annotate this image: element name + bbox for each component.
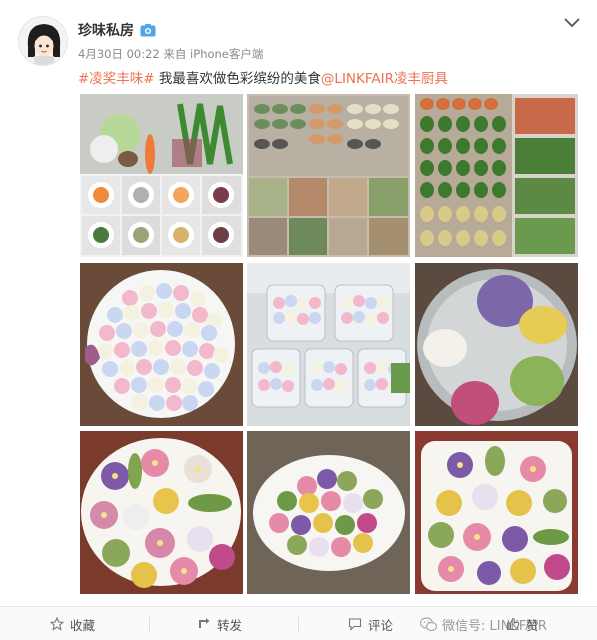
like-label: 赞 bbox=[526, 617, 539, 633]
post-text: #凌奖丰味# 我最喜欢做色彩缤纷的美食@LINKFAIR凌丰厨具 bbox=[78, 67, 448, 87]
thumbs-up-icon bbox=[506, 617, 520, 631]
post-source: 来自 iPhone客户端 bbox=[163, 47, 264, 61]
chevron-down-icon[interactable] bbox=[563, 15, 581, 29]
image-green-dumplings[interactable] bbox=[415, 94, 578, 257]
image-jars[interactable] bbox=[247, 263, 410, 426]
comment-label: 评论 bbox=[368, 617, 394, 633]
image-vegetables-collage[interactable] bbox=[80, 94, 243, 257]
like-button[interactable]: 赞 bbox=[506, 607, 539, 640]
image-flower-pastries-2[interactable] bbox=[247, 431, 410, 594]
post-body: 我最喜欢做色彩缤纷的美食 bbox=[154, 71, 321, 87]
weibo-post: 珍味私房 4月30日 00:22 来自 iPhone客户端 #凌奖丰味# 我最喜… bbox=[0, 0, 597, 640]
image-flower-pastries-1[interactable] bbox=[80, 431, 243, 594]
user-header: 珍味私房 bbox=[78, 20, 156, 40]
action-bar: 收藏 转发 评论 微信号: LINKFAIR 赞 bbox=[0, 606, 597, 640]
image-flower-pastries-3[interactable] bbox=[415, 431, 578, 594]
post-timestamp[interactable]: 4月30日 00:22 bbox=[78, 47, 160, 61]
username[interactable]: 珍味私房 bbox=[78, 20, 134, 40]
verified-badge-icon bbox=[140, 23, 156, 36]
action-divider bbox=[298, 617, 299, 632]
hashtag-link[interactable]: #凌奖丰味# bbox=[78, 71, 155, 87]
repost-label: 转发 bbox=[217, 617, 243, 633]
favorite-button[interactable]: 收藏 bbox=[50, 607, 95, 640]
mention-link[interactable]: @LINKFAIR凌丰厨具 bbox=[321, 71, 448, 87]
comment-icon bbox=[348, 618, 362, 631]
favorite-label: 收藏 bbox=[70, 617, 96, 633]
post-meta: 4月30日 00:22 来自 iPhone客户端 bbox=[78, 46, 263, 62]
repost-icon bbox=[199, 618, 210, 628]
image-pastel-balls[interactable] bbox=[80, 263, 243, 426]
avatar-girl-icon bbox=[19, 17, 67, 65]
repost-button[interactable]: 转发 bbox=[197, 607, 242, 640]
image-dumpling-trays[interactable] bbox=[247, 94, 410, 257]
wechat-icon bbox=[420, 616, 437, 631]
comment-button[interactable]: 评论 bbox=[348, 607, 393, 640]
action-divider bbox=[149, 617, 150, 632]
star-icon bbox=[50, 617, 64, 631]
image-grid bbox=[80, 94, 578, 595]
avatar[interactable] bbox=[18, 16, 68, 66]
image-dough-bowl[interactable] bbox=[415, 263, 578, 426]
